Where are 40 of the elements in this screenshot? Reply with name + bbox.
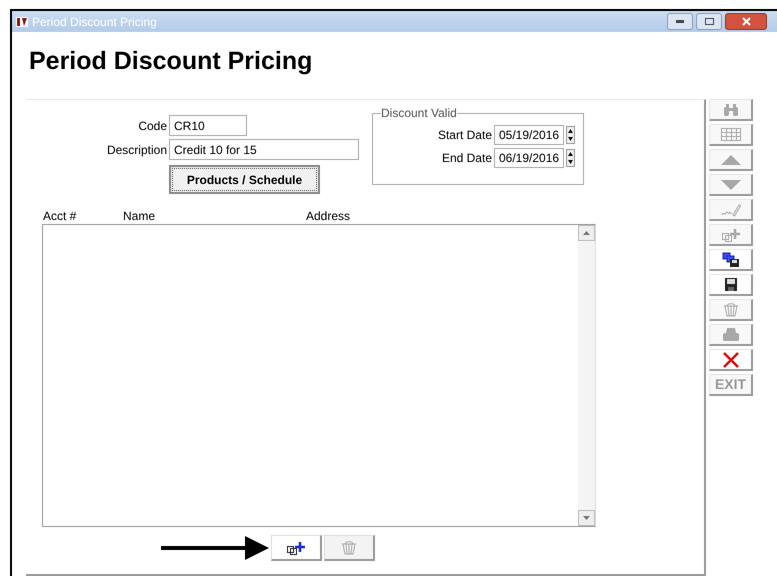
date-field[interactable]: 05/19/2016 [494,125,564,145]
window-title: Period Discount Pricing [32,14,157,30]
date-label: End Date [442,150,492,167]
products-schedule-button[interactable]: Products / Schedule [169,165,320,194]
description-field[interactable]: Credit 10 for 15 [169,139,359,160]
group-title: Discount Valid [381,105,457,122]
code-field[interactable]: CR10 [169,115,247,136]
binoculars-icon [722,104,738,116]
scroll-down-icon[interactable] [578,510,595,526]
column-header: Acct # [43,208,78,224]
minimize-button[interactable] [667,13,693,30]
copy-save-icon [722,252,740,267]
signature-pen-icon [720,202,740,216]
trash-icon [722,302,738,316]
spinner-icon[interactable] [566,126,575,144]
date-field[interactable]: 06/19/2016 [494,148,564,168]
page-heading: Period Discount Pricing [29,46,314,76]
spinner-icon[interactable] [566,149,575,167]
close-icon [742,17,750,26]
copy-add-icon [720,228,740,242]
column-header: Name [123,208,156,224]
date-label: Start Date [438,127,492,144]
copy-add-icon [286,540,306,554]
description-label: Description [106,142,168,158]
toolbar-button[interactable] [709,249,753,271]
close-icon [722,352,738,368]
scroll-up-icon[interactable] [578,225,595,241]
toolbar-button[interactable] [709,274,753,296]
scroll-bar[interactable] [578,225,595,526]
down-arrow-icon [720,180,740,190]
list-action-button[interactable] [271,535,322,561]
trash-icon [341,540,357,554]
code-label: Code [137,118,168,134]
table-icon [720,128,740,141]
app-logo-icon [16,16,28,26]
column-header: Address [306,208,352,224]
printer-icon [722,328,738,341]
maximize-button[interactable] [696,13,722,30]
up-arrow-icon [720,154,740,164]
close-button[interactable] [725,13,767,30]
